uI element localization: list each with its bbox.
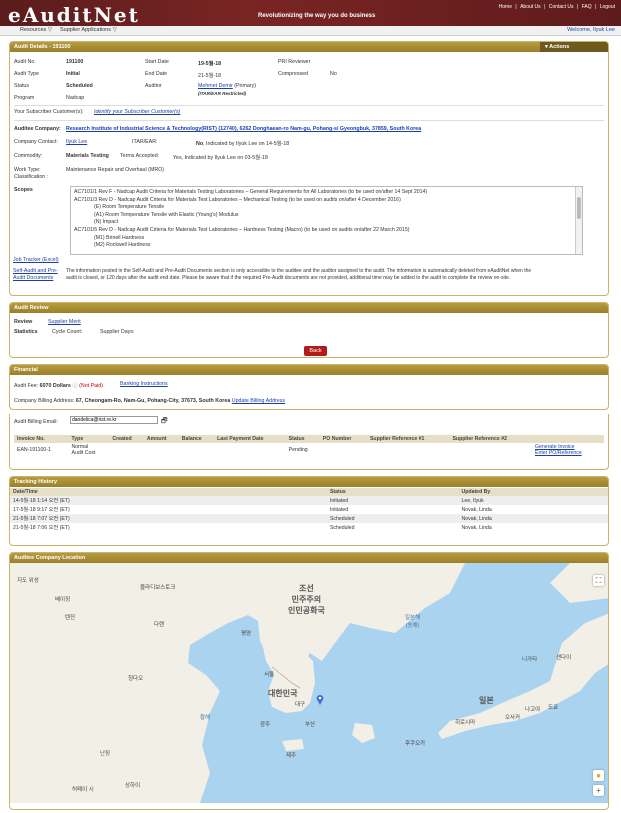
chevron-down-icon: ▽ [47,27,53,33]
table-row: 17-5월-18 9:17 오전 (ET) Initiated Novak, Lin… [13,506,492,514]
map-type-toggle[interactable]: 지도 위성 [17,576,39,584]
company-contact-link[interactable]: Ilyuk Lee [66,139,87,145]
zoom-in-button[interactable]: + [593,785,604,796]
actions-dropdown[interactable]: ▾ Actions [540,42,608,52]
location-pin-icon[interactable] [316,694,324,705]
billing-panel: Audit Billing Email: 🗗 Invoice No.TypeCr… [9,414,609,470]
table-row: 21-5월-18 7:07 오전 (ET) Scheduled Novak, Lin… [10,514,608,523]
top-header: eAuditNet Revolutionizing the way you do… [0,0,621,27]
edit-icon[interactable]: 🗗 [161,417,168,428]
auditor-link[interactable]: Mehmet Demir [198,83,233,89]
logout-link[interactable]: Logout [600,4,615,10]
contact-link[interactable]: Contact Us [549,4,574,10]
status-value: Scheduled [66,83,93,89]
update-billing-link[interactable]: Update Billing Address [232,398,285,404]
self-audit-docs-link[interactable]: Self-Audit and Pre- [13,268,58,274]
street-view-icon[interactable]: ● [593,770,604,781]
top-links: Home | About Us | Contact Us | FAQ | Log… [498,4,615,10]
table-row: 21-5월-18 7:06 오전 (ET) Scheduled Novak, Lin… [13,524,492,532]
supplier-applications-menu[interactable]: Supplier Applications ▽ [60,27,117,33]
audit-details-panel: Audit Details - 191100 ▾ Actions Audit N… [9,41,609,296]
banking-instructions-link[interactable]: Banking Instructions [120,381,168,387]
table-row: EAN-191100-1 Normal Audit Cost Pending Gene… [14,443,604,457]
auditee-company-link[interactable]: Research Institute of Industrial Science… [66,126,421,132]
table-row: 14-5월-18 1:14 오전 (ET) Initiated Lee, Ilyuk [10,496,608,505]
supplier-merit-link[interactable]: Supplier Merit [48,319,81,325]
tracking-history-panel: Tracking History Date/Time Status Updated … [9,476,609,546]
fullscreen-icon[interactable]: ⛶ [593,575,604,586]
back-button[interactable]: Back [304,346,327,356]
company-location-panel: Auditee Company Location 지도 위성 조선 민주주의 인… [9,552,609,810]
scrollbar[interactable] [575,187,582,254]
enter-po-link[interactable]: Enter PO/Reference [535,450,601,456]
scopes-list[interactable]: AC7101/1 Rev F - Nadcap Audit Criteria f… [70,186,583,255]
faq-link[interactable]: FAQ [582,4,592,10]
chevron-down-icon: ▽ [112,27,117,33]
resources-menu[interactable]: Resources ▽ [20,27,52,33]
job-tracker-link[interactable]: Job Tracker (Excel) [13,257,59,263]
tracking-table: Date/Time Status Updated By 14-5월-18 1:14 … [10,488,608,532]
identify-subscriber-link[interactable]: Identify your Subscriber Customer(s) [94,109,180,115]
financial-panel: Financial Audit Fee: 6070 Dollars ⓘ (Not… [9,364,609,410]
panel-title: Audit Details - 191100 [14,44,71,50]
main-nav: Resources ▽ Supplier Applications ▽ Welc… [0,26,621,36]
map-view[interactable]: 지도 위성 조선 민주주의 인민공화국 대한민국 서울 대구 부산 광주 제주 … [10,563,608,803]
home-link[interactable]: Home [499,4,512,10]
invoice-table: Invoice No. Type Created Amount Balance Last … [14,435,604,457]
billing-email-input[interactable] [70,416,158,424]
audit-number: 191100 [66,59,84,65]
tagline: Revolutionizing the way you do business [258,13,376,19]
audit-review-panel: Audit Review Review Supplier Merit Stati… [9,302,609,358]
about-link[interactable]: About Us [520,4,541,10]
welcome-user[interactable]: Welcome, Ilyuk Lee [567,27,615,33]
eauditnet-logo[interactable]: eAuditNet [8,3,140,27]
